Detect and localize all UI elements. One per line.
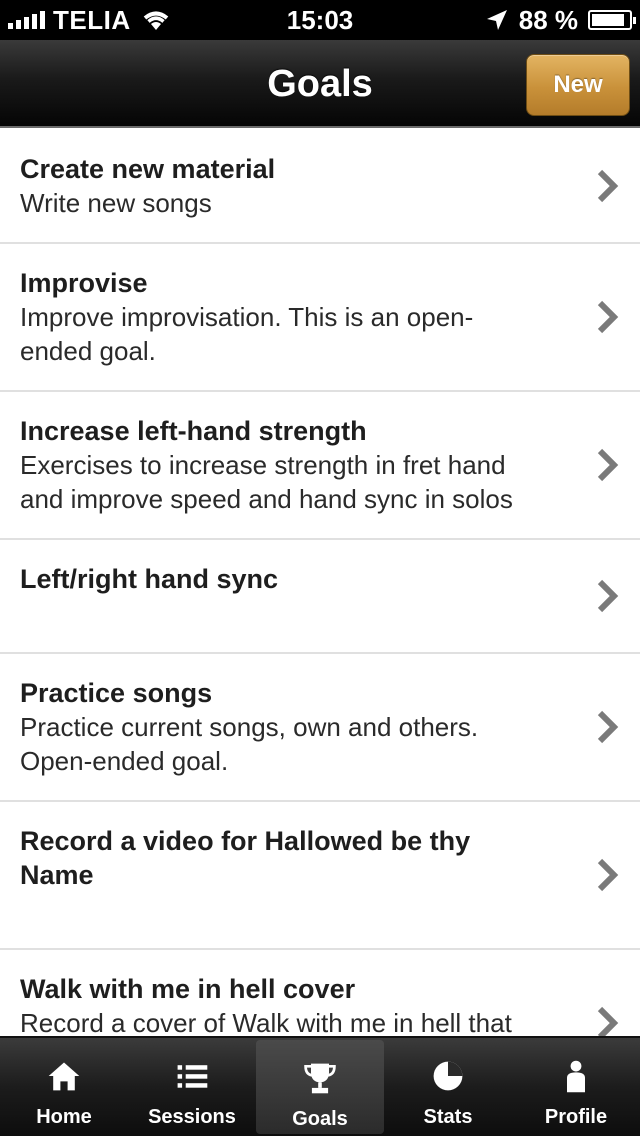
goal-row[interactable]: Create new material Write new songs	[0, 130, 640, 244]
goal-description: Exercises to increase strength in fret h…	[20, 450, 513, 514]
tab-label: Profile	[544, 1106, 608, 1128]
status-bar: TELIA 15:03 88 %	[0, 0, 640, 40]
chevron-right-icon	[597, 710, 619, 744]
goal-row[interactable]: Walk with me in hell cover Record a cover…	[0, 950, 640, 1036]
goal-title: Improvise	[20, 268, 148, 298]
goal-description	[20, 596, 530, 630]
pie-chart-icon	[428, 1056, 468, 1096]
goal-title: Left/right hand sync	[20, 564, 279, 594]
goal-row[interactable]: Left/right hand sync	[0, 540, 640, 654]
goal-description: Practice current songs, own and others. …	[20, 712, 479, 776]
status-bar-right: 88 %	[485, 0, 636, 40]
goal-row[interactable]: Record a video for Hallowed be thy Name	[0, 802, 640, 950]
goal-title: Create new material	[20, 154, 276, 184]
chevron-right-icon	[597, 579, 619, 613]
tab-label: Goals	[292, 1108, 348, 1130]
battery-percentage: 88 %	[518, 4, 578, 35]
chevron-right-icon	[597, 858, 619, 892]
goal-description: Write new songs	[20, 188, 212, 218]
tab-home[interactable]: Home	[0, 1038, 128, 1136]
goal-description	[20, 892, 530, 926]
goal-title: Increase left-hand strength	[20, 416, 367, 446]
location-arrow-icon	[486, 10, 507, 30]
new-goal-button[interactable]: New	[526, 54, 630, 116]
goal-row[interactable]: Improvise Improve improvisation. This is …	[0, 244, 640, 392]
goal-description: Record a cover of Walk with me in hell t…	[20, 1008, 512, 1036]
trophy-icon	[300, 1058, 340, 1098]
tab-profile[interactable]: Profile	[512, 1038, 640, 1136]
tab-label: Sessions	[148, 1106, 236, 1128]
chevron-right-icon	[597, 300, 619, 334]
goal-list: Create new material Write new songs Improv…	[0, 130, 640, 1036]
tab-sessions[interactable]: Sessions	[128, 1038, 256, 1136]
navigation-bar: Goals New	[0, 40, 640, 128]
tab-bar: Home Sessions Goals Stats Profile	[0, 1036, 640, 1136]
tab-goals[interactable]: Goals	[256, 1040, 384, 1134]
goal-title: Practice songs	[20, 678, 213, 708]
chevron-right-icon	[597, 448, 619, 482]
goal-title: Record a video for Hallowed be thy Name	[20, 826, 471, 890]
person-icon	[556, 1056, 596, 1096]
goal-title: Walk with me in hell cover	[20, 974, 356, 1004]
tab-label: Stats	[423, 1106, 473, 1128]
goal-description: Improve improvisation. This is an open-e…	[20, 302, 474, 366]
goal-row[interactable]: Increase left-hand strength Exercises to …	[0, 392, 640, 540]
battery-level	[592, 14, 624, 26]
tab-stats[interactable]: Stats	[384, 1038, 512, 1136]
home-icon	[44, 1056, 84, 1096]
chevron-right-icon	[597, 169, 619, 203]
list-icon	[172, 1056, 212, 1096]
battery-icon	[588, 10, 636, 30]
tab-label: Home	[36, 1106, 92, 1128]
chevron-right-icon	[597, 1006, 619, 1036]
goal-row[interactable]: Practice songs Practice current songs, ow…	[0, 654, 640, 802]
